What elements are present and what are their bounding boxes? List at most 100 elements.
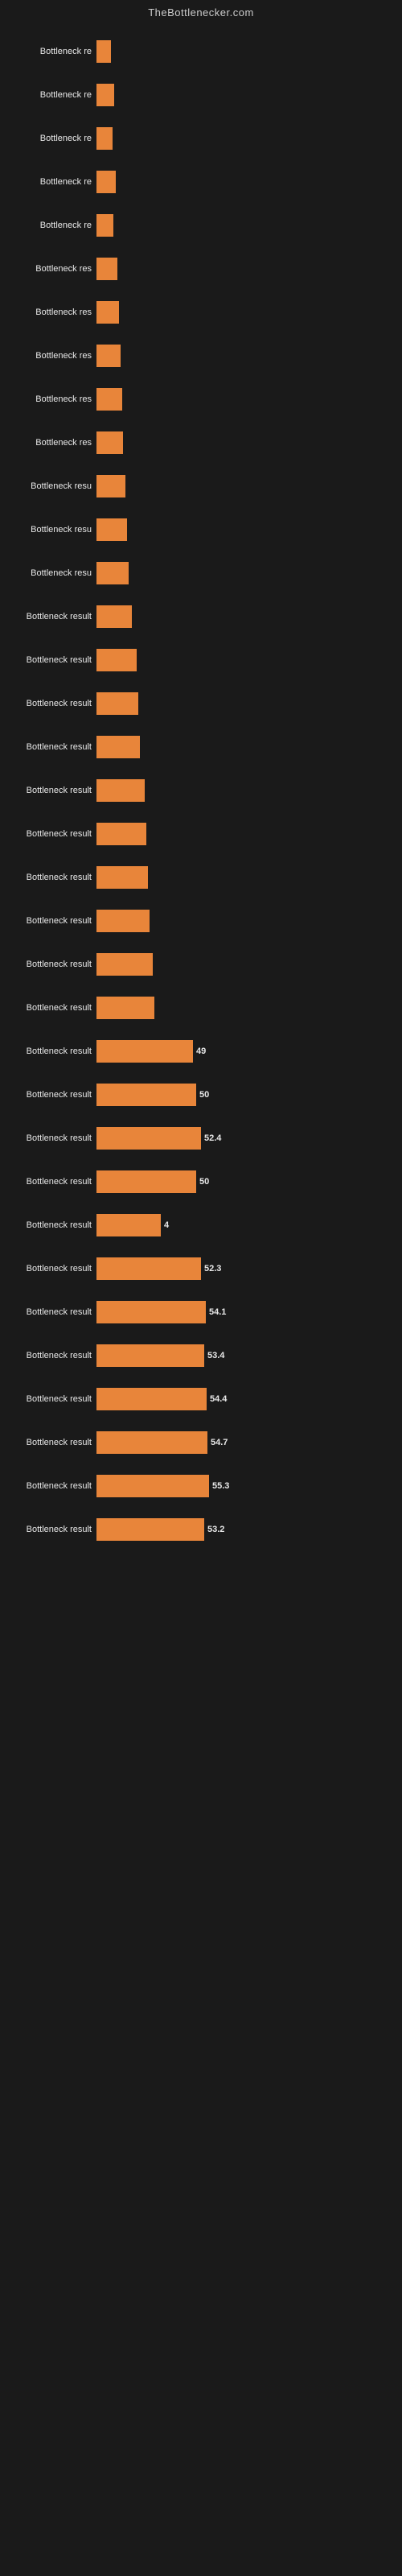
chart-area: Bottleneck reBottleneck reBottleneck reB… [0,22,402,1551]
bar [96,171,116,193]
bar-label: Bottleneck result [8,1351,96,1360]
bar-row: Bottleneck result53.4 [8,1334,402,1377]
bar-container [96,997,402,1019]
bar-row: Bottleneck result [8,682,402,725]
bar-row: Bottleneck resu [8,464,402,508]
bar [96,649,137,671]
bar [96,1388,207,1410]
bar-label: Bottleneck result [8,1394,96,1404]
bar-row: Bottleneck result55.3 [8,1464,402,1508]
bar-label: Bottleneck result [8,742,96,752]
bar-container [96,692,402,715]
bar-container [96,127,402,150]
bar-label: Bottleneck result [8,829,96,839]
bar [96,258,117,280]
bar-container [96,866,402,889]
bar [96,736,140,758]
bar-row: Bottleneck result [8,595,402,638]
bar-label: Bottleneck res [8,308,96,317]
bar-container: 50 [96,1170,402,1193]
bar [96,1127,201,1150]
bar-value: 54.1 [206,1307,226,1317]
bar-label: Bottleneck result [8,873,96,882]
bar-value: 4 [161,1220,169,1230]
bar-container [96,823,402,845]
bar-container [96,518,402,541]
bar-container [96,84,402,106]
bar-row: Bottleneck re [8,73,402,117]
bar-row: Bottleneck result4 [8,1203,402,1247]
bar [96,997,154,1019]
bar-label: Bottleneck result [8,1177,96,1187]
bar-row: Bottleneck res [8,334,402,378]
bar [96,1518,204,1541]
bar-value: 50 [196,1177,209,1187]
bar [96,953,153,976]
bar-label: Bottleneck result [8,1481,96,1491]
bar-label: Bottleneck re [8,47,96,56]
site-header: TheBottlenecker.com [0,0,402,22]
bar-label: Bottleneck result [8,1133,96,1143]
bar-label: Bottleneck result [8,1003,96,1013]
bar-container [96,214,402,237]
bar-container: 54.7 [96,1431,402,1454]
bar-label: Bottleneck result [8,699,96,708]
bar-label: Bottleneck result [8,1307,96,1317]
bar-row: Bottleneck result [8,769,402,812]
bar-container: 52.3 [96,1257,402,1280]
bar-row: Bottleneck re [8,117,402,160]
bar-row: Bottleneck result53.2 [8,1508,402,1551]
bar-row: Bottleneck result [8,943,402,986]
bar [96,823,146,845]
bar-container [96,605,402,628]
bar-row: Bottleneck result [8,856,402,899]
bar-label: Bottleneck resu [8,568,96,578]
bar-row: Bottleneck result [8,986,402,1030]
bar-label: Bottleneck result [8,916,96,926]
bar-container [96,475,402,497]
bar-container: 55.3 [96,1475,402,1497]
bar-container [96,431,402,454]
bar-label: Bottleneck result [8,612,96,621]
bar-row: Bottleneck result 50 [8,1160,402,1203]
bar-container [96,40,402,63]
bar-container [96,779,402,802]
bar-container [96,258,402,280]
bar-container [96,171,402,193]
bar [96,1214,161,1236]
bar-label: Bottleneck res [8,394,96,404]
bar-row: Bottleneck result 54.4 [8,1377,402,1421]
bar-container [96,301,402,324]
bar-row: Bottleneck result52.4 [8,1117,402,1160]
bar-container [96,649,402,671]
bar [96,1170,196,1193]
bar-label: Bottleneck result [8,1046,96,1056]
bar [96,518,127,541]
bar [96,910,150,932]
bar-row: Bottleneck re [8,30,402,73]
bar-label: Bottleneck result [8,1264,96,1274]
bar-value: 49 [193,1046,206,1056]
bar-value: 52.3 [201,1264,221,1274]
bar [96,1475,209,1497]
bar-label: Bottleneck re [8,177,96,187]
bar-row: Bottleneck result 52.3 [8,1247,402,1290]
bar [96,475,125,497]
bar-container [96,953,402,976]
bar-value: 54.4 [207,1394,227,1404]
bar [96,692,138,715]
bar [96,1301,206,1323]
bar-value: 50 [196,1090,209,1100]
bar-row: Bottleneck result 54.1 [8,1290,402,1334]
bar [96,388,122,411]
bar-row: Bottleneck res [8,291,402,334]
bar-label: Bottleneck result [8,786,96,795]
bar-label: Bottleneck res [8,351,96,361]
bar [96,605,132,628]
bar [96,1431,207,1454]
bar-row: Bottleneck re [8,204,402,247]
bar-container: 49 [96,1040,402,1063]
bar-row: Bottleneck resu [8,551,402,595]
bar-label: Bottleneck res [8,438,96,448]
bar-label: Bottleneck result [8,1525,96,1534]
